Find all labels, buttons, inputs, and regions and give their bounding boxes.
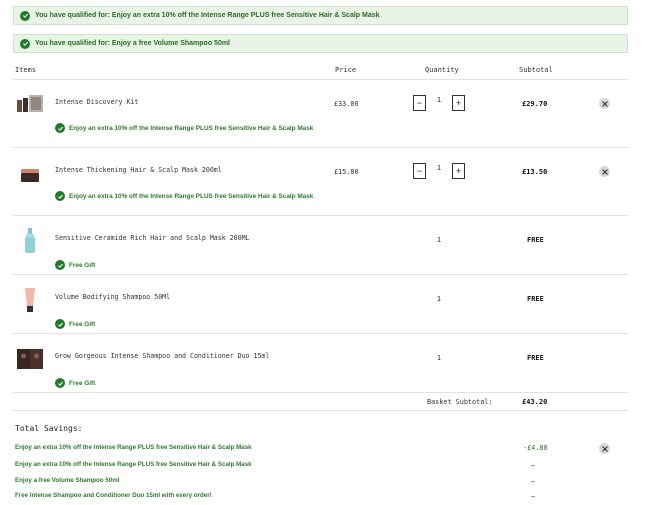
row-promo: Enjoy an extra 10% off the Intense Range… — [55, 191, 313, 201]
row-promo: Enjoy an extra 10% off the Intense Range… — [55, 123, 313, 133]
qty-decrease-button[interactable]: − — [413, 163, 426, 179]
row-divider — [13, 274, 628, 275]
check-circle-icon — [55, 378, 65, 388]
total-savings-title: Total Savings: — [15, 424, 83, 433]
row-promo: Free Gift — [55, 319, 95, 329]
header-price: Price — [335, 66, 357, 74]
remove-item-button[interactable] — [599, 98, 610, 109]
product-name[interactable]: Grow Gorgeous Intense Shampoo and Condit… — [55, 352, 269, 360]
duo-box-icon — [16, 348, 44, 370]
promo-text: Enjoy an extra 10% off the Intense Range… — [69, 192, 314, 200]
product-price: £15.00 — [334, 168, 359, 176]
qty-value[interactable]: 1 — [434, 164, 444, 172]
promo-text: Free Gift — [69, 379, 96, 387]
qty-increase-button[interactable]: + — [452, 163, 465, 179]
row-subtotal: FREE — [527, 354, 544, 362]
row-promo: Free Gift — [55, 378, 95, 388]
gift-set-icon — [16, 92, 44, 114]
promo-text: Free Gift — [69, 261, 96, 269]
subtotal-divider — [13, 410, 628, 411]
tube-icon — [16, 287, 44, 313]
qty-decrease-button[interactable]: − — [413, 95, 426, 111]
savings-item-label: Free Intense Shampoo and Conditioner Duo… — [15, 492, 212, 499]
qty-increase-button[interactable]: + — [452, 95, 465, 111]
row-divider — [13, 147, 628, 148]
header-divider — [13, 79, 628, 80]
row-subtotal: £13.50 — [522, 168, 548, 176]
savings-item-value: – — [531, 477, 536, 485]
basket-subtotal-label: Basket Subtotal: — [427, 398, 493, 406]
qty-value: 1 — [436, 236, 442, 244]
header-quantity: Quantity — [425, 66, 459, 74]
jar-icon — [16, 164, 44, 186]
header-subtotal: Subtotal — [519, 66, 553, 74]
savings-item-label: Enjoy a free Volume Shampoo 50ml — [15, 477, 120, 484]
remove-item-button[interactable] — [599, 166, 610, 177]
savings-item-value: – — [531, 492, 536, 500]
close-icon — [601, 168, 608, 175]
qty-value[interactable]: 1 — [434, 96, 444, 104]
banner-text: You have qualified for: Enjoy a free Vol… — [35, 40, 231, 47]
bottle-icon — [16, 228, 44, 254]
check-circle-icon — [20, 10, 30, 21]
check-circle-icon — [55, 191, 65, 201]
remove-promo-button[interactable] — [599, 443, 610, 454]
row-subtotal: FREE — [527, 236, 544, 244]
header-items: Items — [15, 66, 37, 74]
savings-item-value: -£4.80 — [523, 444, 548, 452]
savings-item-value: – — [531, 461, 536, 469]
qty-value: 1 — [436, 354, 442, 362]
row-subtotal: FREE — [527, 295, 544, 303]
product-name[interactable]: Volume Bodifying Shampoo 50Ml — [55, 293, 170, 301]
row-divider — [13, 215, 628, 216]
promo-text: Enjoy an extra 10% off the Intense Range… — [69, 124, 314, 132]
qty-value: 1 — [436, 295, 442, 303]
row-promo: Free Gift — [55, 260, 95, 270]
check-circle-icon — [55, 123, 65, 133]
row-divider — [13, 333, 628, 334]
product-name[interactable]: Sensitive Ceramide Rich Hair and Scalp M… — [55, 234, 250, 242]
check-circle-icon — [55, 260, 65, 270]
close-icon — [601, 445, 608, 452]
savings-item-label: Enjoy an extra 10% off the Intense Range… — [15, 461, 252, 468]
promo-text: Free Gift — [69, 320, 96, 328]
check-circle-icon — [55, 319, 65, 329]
product-name[interactable]: Intense Discovery Kit — [55, 98, 138, 106]
qualified-banner-2: You have qualified for: Enjoy a free Vol… — [13, 34, 628, 53]
basket-subtotal-value: £43.20 — [522, 398, 548, 406]
banner-text: You have qualified for: Enjoy an extra 1… — [35, 12, 380, 19]
savings-item-label: Enjoy an extra 10% off the Intense Range… — [15, 444, 252, 451]
row-divider — [13, 392, 628, 393]
row-subtotal: £29.70 — [522, 100, 548, 108]
qualified-banner-1: You have qualified for: Enjoy an extra 1… — [13, 6, 628, 25]
product-price: £33.00 — [334, 100, 359, 108]
check-circle-icon — [20, 38, 30, 49]
close-icon — [601, 100, 608, 107]
product-name[interactable]: Intense Thickening Hair & Scalp Mask 200… — [55, 166, 222, 174]
